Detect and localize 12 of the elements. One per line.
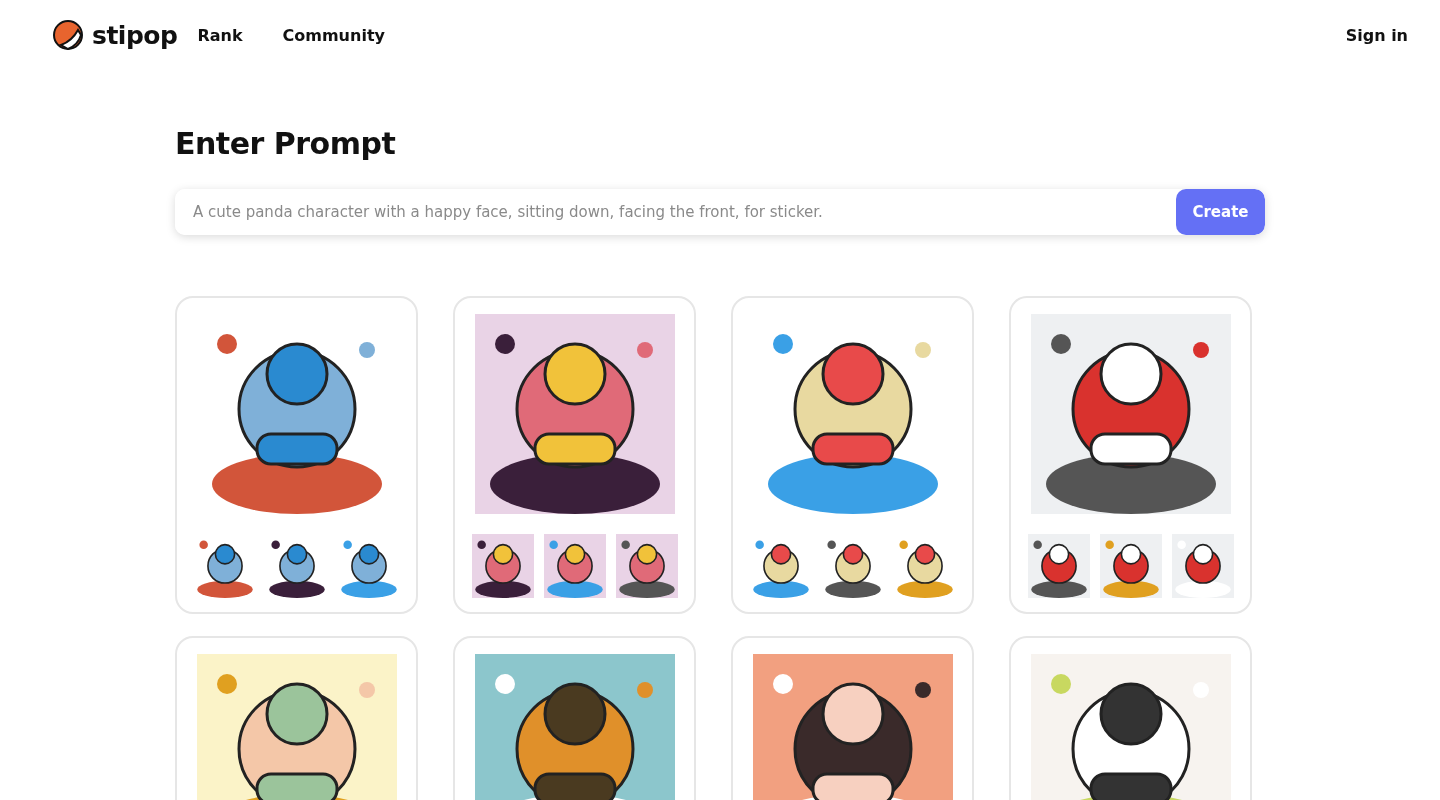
logo-text[interactable]: stipop — [92, 20, 178, 50]
sticker-card[interactable] — [453, 296, 696, 614]
sign-in-link[interactable]: Sign in — [1345, 25, 1408, 45]
sticker-card[interactable] — [1009, 296, 1252, 614]
nav-link[interactable]: Community — [282, 25, 385, 45]
sticker-card[interactable] — [731, 296, 974, 614]
nav-link[interactable]: Rank — [197, 25, 243, 45]
page-title: Enter Prompt — [175, 126, 397, 161]
prompt-field[interactable]: A cute panda character with a happy face, sitting down, facing the front, for sticker. Create — [175, 189, 1265, 235]
sticker-card[interactable] — [175, 296, 418, 614]
create-button[interactable]: Create — [1176, 189, 1265, 235]
logo-icon — [52, 19, 84, 51]
